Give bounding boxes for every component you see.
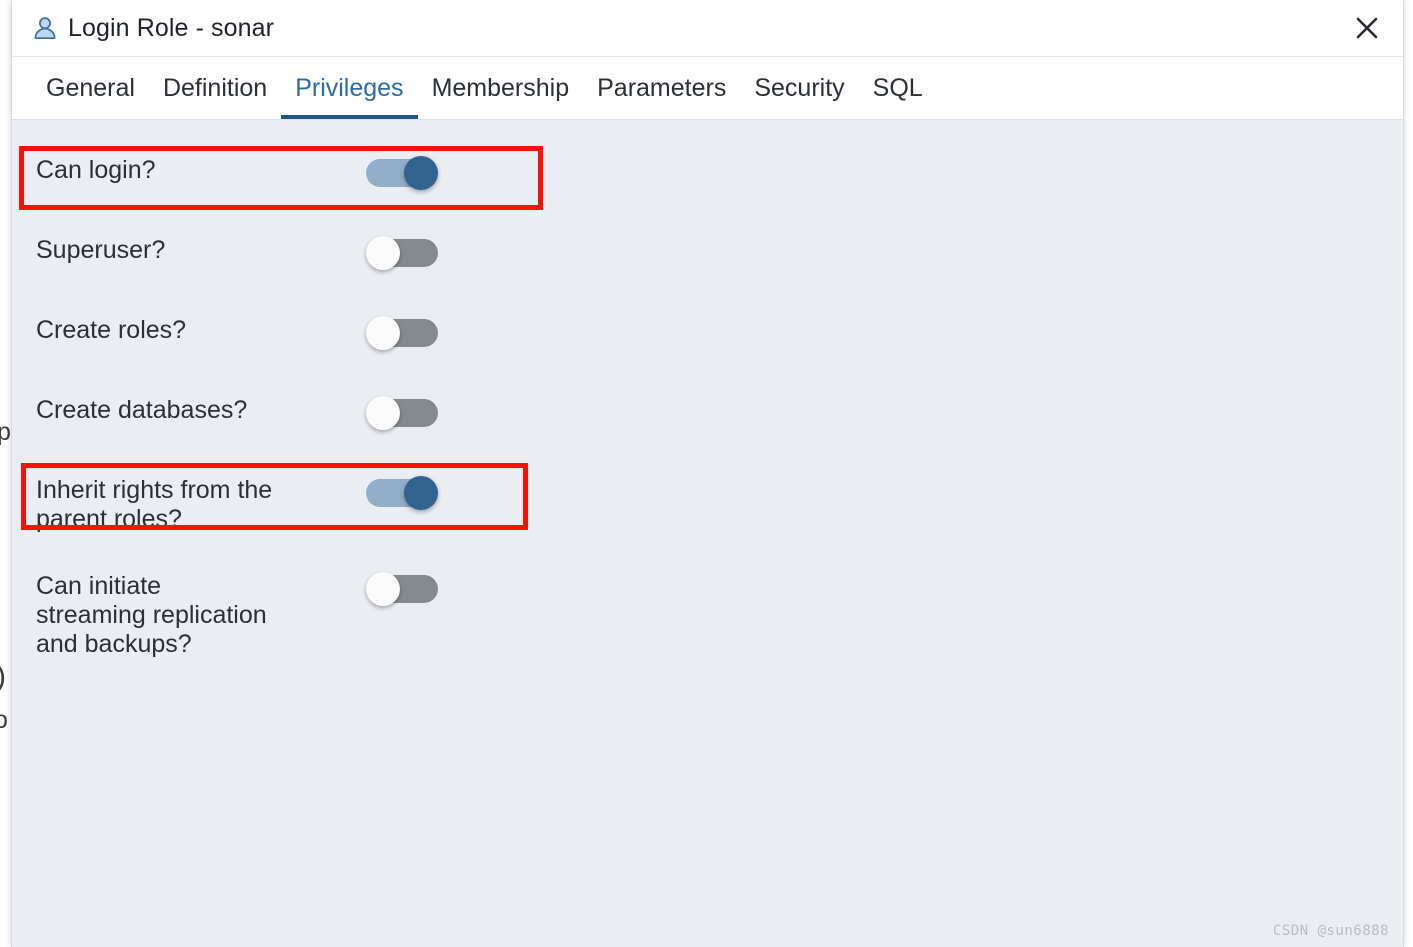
tab-membership[interactable]: Membership [418,57,584,119]
toggle-inherit-rights[interactable] [366,476,438,510]
background-text-fragment: o [0,706,8,734]
privilege-label: Can login? [36,156,156,184]
privilege-row-inherit-rights: Inherit rights from the parent roles? [36,472,466,534]
privilege-label: Create roles? [36,316,187,344]
toggle-knob [366,236,400,270]
tab-definition[interactable]: Definition [149,57,281,119]
tab-privileges[interactable]: Privileges [281,57,418,119]
background-text-fragment: p [0,418,11,446]
background-text-fragment: ) [0,660,6,694]
toggle-knob [404,476,438,510]
privilege-row-create-roles: Create roles? [36,312,466,350]
dialog-titlebar: Login Role - sonar [12,0,1403,57]
toggle-knob [366,572,400,606]
privilege-label: Can initiate streaming replication and b… [36,572,267,658]
privilege-row-can-login: Can login? [36,152,466,190]
dialog-title: Login Role - sonar [68,13,275,42]
privilege-label: Superuser? [36,236,166,264]
privilege-label: Inherit rights from the parent roles? [36,476,273,533]
privileges-panel: Can login? Superuser? Create roles? Crea… [12,120,1403,947]
tab-parameters[interactable]: Parameters [583,57,740,119]
tab-bar: General Definition Privileges Membership… [12,57,1403,120]
toggle-knob [404,156,438,190]
privilege-row-create-databases: Create databases? [36,392,466,430]
tab-security[interactable]: Security [740,57,858,119]
user-icon [34,17,56,40]
privilege-row-superuser: Superuser? [36,232,466,270]
privilege-row-streaming-replication: Can initiate streaming replication and b… [36,568,466,659]
toggle-knob [366,396,400,430]
watermark: CSDN @sun6888 [1272,923,1389,939]
toggle-knob [366,316,400,350]
toggle-create-roles[interactable] [366,316,438,350]
toggle-create-databases[interactable] [366,396,438,430]
toggle-streaming-replication[interactable] [366,572,438,606]
close-icon [1356,17,1378,39]
tab-sql[interactable]: SQL [859,57,937,119]
close-button[interactable] [1345,6,1389,50]
toggle-can-login[interactable] [366,156,438,190]
privilege-label: Create databases? [36,396,248,424]
login-role-dialog: Login Role - sonar General Definition Pr… [11,0,1404,947]
tab-general[interactable]: General [32,57,149,119]
toggle-superuser[interactable] [366,236,438,270]
